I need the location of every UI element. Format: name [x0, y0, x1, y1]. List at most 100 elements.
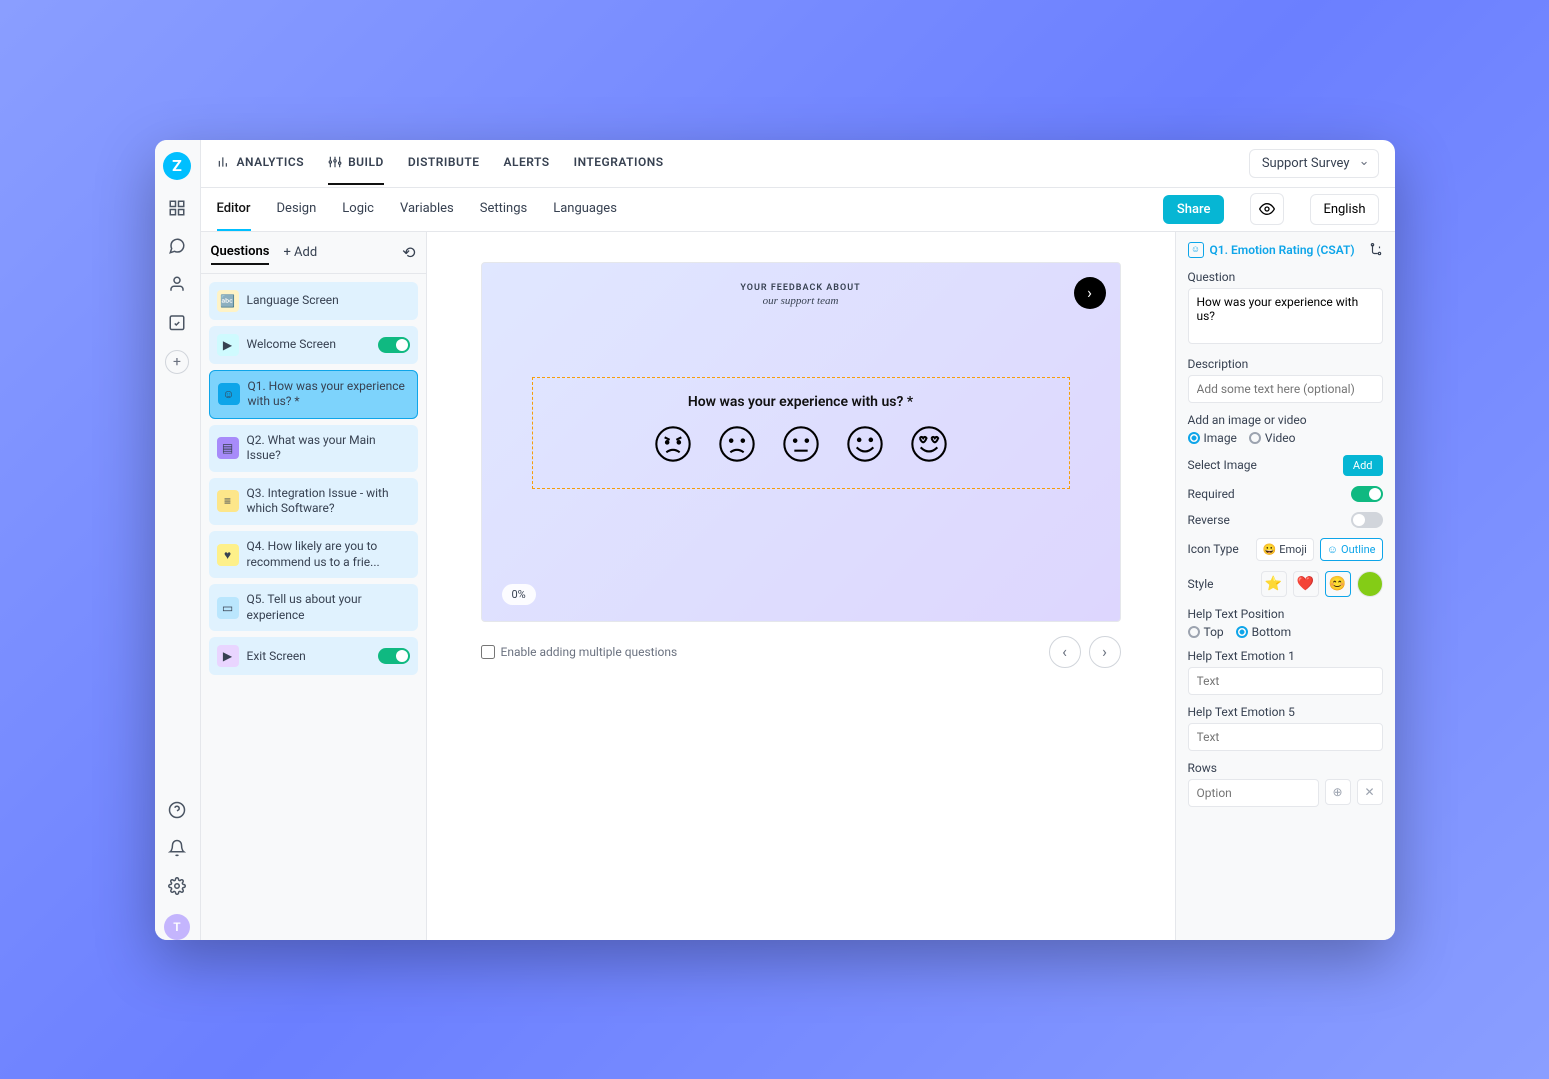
question-type-icon: ▶: [217, 334, 239, 356]
question-item-3[interactable]: ▤Q2. What was your Main Issue?: [209, 425, 418, 472]
help-icon[interactable]: [167, 800, 187, 820]
outline-type-button[interactable]: ☺ Outline: [1320, 538, 1383, 561]
preview-header: YOUR FEEDBACK ABOUT: [502, 283, 1100, 293]
delete-row-icon[interactable]: ✕: [1357, 779, 1383, 805]
required-toggle[interactable]: [1351, 486, 1383, 502]
top-radio[interactable]: Top: [1188, 625, 1224, 639]
question-item-1[interactable]: ▶Welcome Screen: [209, 326, 418, 364]
add-question-tab[interactable]: + Add: [283, 245, 317, 260]
next-button[interactable]: ›: [1089, 636, 1121, 668]
add-image-button[interactable]: Add: [1343, 455, 1383, 476]
reverse-toggle[interactable]: [1351, 512, 1383, 528]
question-input[interactable]: [1188, 288, 1383, 344]
bell-icon[interactable]: [167, 838, 187, 858]
logic-icon[interactable]: [1369, 243, 1383, 257]
screen-toggle[interactable]: [378, 337, 410, 353]
progress-badge: 0%: [502, 584, 536, 605]
language-button[interactable]: English: [1310, 194, 1378, 225]
screen-toggle[interactable]: [378, 648, 410, 664]
video-radio[interactable]: Video: [1249, 431, 1296, 445]
question-box[interactable]: How was your experience with us? *: [532, 377, 1070, 489]
subnav-languages[interactable]: Languages: [553, 188, 617, 231]
emotion-faces: [557, 424, 1045, 464]
subnav-variables[interactable]: Variables: [400, 188, 454, 231]
preview-subheader: our support team: [502, 295, 1100, 307]
style-circle[interactable]: [1357, 571, 1383, 597]
share-button[interactable]: Share: [1163, 195, 1225, 224]
chat-icon[interactable]: [167, 236, 187, 256]
help5-label: Help Text Emotion 5: [1188, 705, 1383, 719]
question-item-6[interactable]: ▭Q5. Tell us about your experience: [209, 584, 418, 631]
reverse-label: Reverse: [1188, 513, 1230, 527]
help5-input[interactable]: [1188, 723, 1383, 751]
question-type-icon: ▤: [217, 437, 239, 459]
subnav-design[interactable]: Design: [277, 188, 317, 231]
help1-input[interactable]: [1188, 667, 1383, 695]
face-happy-icon[interactable]: [845, 424, 885, 464]
question-item-4[interactable]: ≡Q3. Integration Issue - with which Soft…: [209, 478, 418, 525]
nav-distribute[interactable]: DISTRIBUTE: [408, 141, 480, 185]
bottom-radio[interactable]: Bottom: [1236, 625, 1291, 639]
question-type-icon: ▶: [217, 645, 239, 667]
questions-sidebar: Questions + Add ⟲ 🔤 Language Screen ▶Welco…: [201, 232, 427, 940]
question-item-2[interactable]: ☺Q1. How was your experience with us? *: [209, 370, 418, 419]
face-love-icon[interactable]: [909, 424, 949, 464]
description-input[interactable]: [1188, 375, 1383, 403]
nav-build[interactable]: BUILD: [328, 141, 384, 185]
help1-label: Help Text Emotion 1: [1188, 649, 1383, 663]
image-radio[interactable]: Image: [1188, 431, 1237, 445]
question-type-icon: ▭: [217, 597, 239, 619]
question-type-icon: 🔤: [217, 290, 239, 312]
style-smile[interactable]: 😊: [1325, 571, 1351, 597]
rows-label: Rows: [1188, 761, 1383, 775]
nav-analytics[interactable]: ANALYTICS: [217, 141, 305, 185]
emotion-type-icon: ☺: [1188, 242, 1204, 258]
user-icon[interactable]: [167, 274, 187, 294]
sidebar-tabs: Questions + Add ⟲: [201, 232, 426, 274]
subnav-settings[interactable]: Settings: [480, 188, 527, 231]
questions-tab[interactable]: Questions: [211, 240, 270, 265]
row-option-input[interactable]: [1188, 779, 1319, 807]
drag-handle-icon[interactable]: ⊕: [1325, 779, 1351, 805]
subnav-logic[interactable]: Logic: [342, 188, 374, 231]
icon-type-label: Icon Type: [1188, 542, 1239, 556]
question-item-label: Language Screen: [247, 293, 410, 309]
question-type-icon: ♥: [217, 544, 239, 566]
question-label: Question: [1188, 270, 1383, 284]
question-item-0[interactable]: 🔤 Language Screen: [209, 282, 418, 320]
emoji-type-button[interactable]: 😀 Emoji: [1256, 538, 1314, 561]
settings-icon[interactable]: [167, 876, 187, 896]
face-neutral-icon[interactable]: [781, 424, 821, 464]
dashboard-icon[interactable]: [167, 198, 187, 218]
logo[interactable]: Z: [163, 152, 191, 180]
main-area: ANALYTICS BUILD DISTRIBUTE ALERTS INTEGR…: [201, 140, 1395, 940]
face-sad-icon[interactable]: [717, 424, 757, 464]
prev-button[interactable]: ‹: [1049, 636, 1081, 668]
question-type-icon: ≡: [217, 490, 239, 512]
avatar[interactable]: T: [164, 914, 190, 940]
next-arrow-icon[interactable]: ›: [1074, 277, 1106, 309]
multi-question-checkbox[interactable]: Enable adding multiple questions: [481, 645, 678, 659]
question-type-icon: ☺: [218, 383, 240, 405]
nav-integrations[interactable]: INTEGRATIONS: [574, 141, 664, 185]
description-label: Description: [1188, 357, 1383, 371]
question-item-5[interactable]: ♥Q4. How likely are you to recommend us …: [209, 531, 418, 578]
survey-selector[interactable]: Support Survey: [1249, 149, 1379, 178]
style-star[interactable]: ⭐: [1261, 571, 1287, 597]
subnav-editor[interactable]: Editor: [217, 188, 251, 231]
history-icon[interactable]: ⟲: [402, 243, 415, 262]
required-label: Required: [1188, 487, 1235, 501]
question-text: How was your experience with us? *: [557, 394, 1045, 410]
calendar-icon[interactable]: [167, 312, 187, 332]
face-angry-icon[interactable]: [653, 424, 693, 464]
question-list: 🔤 Language Screen ▶Welcome Screen ☺Q1. How …: [201, 274, 426, 684]
canvas-footer: Enable adding multiple questions ‹ ›: [481, 636, 1121, 668]
canvas: YOUR FEEDBACK ABOUT our support team › H…: [427, 232, 1175, 940]
nav-alerts[interactable]: ALERTS: [504, 141, 550, 185]
question-item-7[interactable]: ▶Exit Screen: [209, 637, 418, 675]
help-pos-label: Help Text Position: [1188, 607, 1383, 621]
preview-icon[interactable]: [1250, 193, 1284, 225]
style-label: Style: [1188, 577, 1214, 591]
add-button[interactable]: +: [165, 350, 189, 374]
style-heart[interactable]: ❤️: [1293, 571, 1319, 597]
